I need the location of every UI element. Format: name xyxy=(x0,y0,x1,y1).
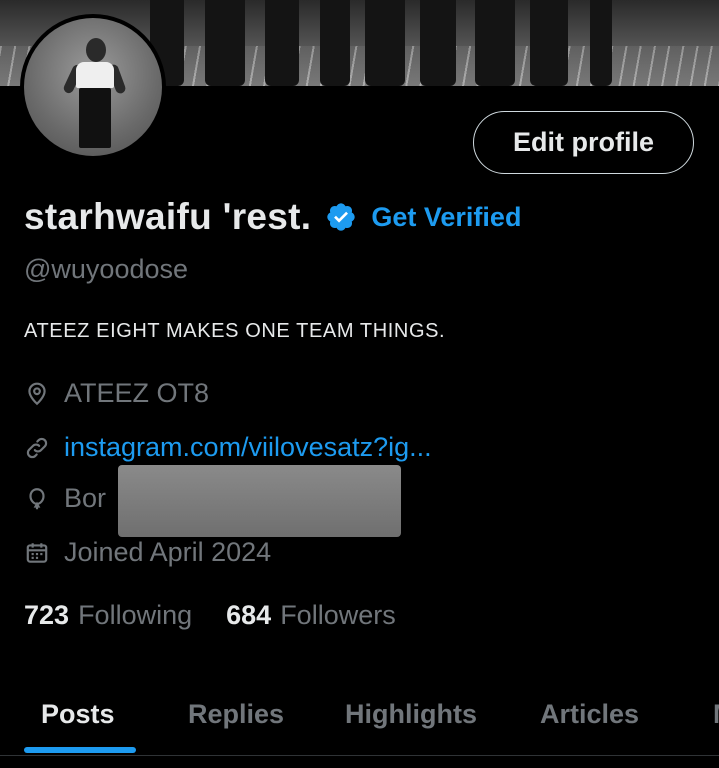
banner-figure xyxy=(205,0,245,86)
edit-profile-button[interactable]: Edit profile xyxy=(473,111,694,174)
calendar-icon xyxy=(26,542,48,563)
avatar[interactable] xyxy=(20,14,166,160)
banner-figure xyxy=(265,0,299,86)
birthday-row: Bor xyxy=(24,483,106,514)
location-pin-icon xyxy=(28,382,46,405)
active-tab-indicator xyxy=(24,747,136,753)
following-count: 723 xyxy=(24,600,70,630)
tabs-divider xyxy=(0,755,719,756)
profile-tabs: Posts Replies Highlights Articles M xyxy=(0,672,719,756)
following-link[interactable]: 723 Following xyxy=(24,600,192,631)
banner-figure xyxy=(365,0,405,86)
follow-stats: 723 Following 684 Followers xyxy=(24,600,430,631)
tab-articles[interactable]: Articles xyxy=(540,672,639,756)
banner-figure xyxy=(475,0,515,86)
redaction-overlay xyxy=(118,465,401,537)
handle: @wuyoodose xyxy=(24,254,189,284)
banner-figure xyxy=(420,0,456,86)
location-text: ATEEZ OT8 xyxy=(64,378,210,408)
avatar-photo xyxy=(24,18,162,156)
display-name: starhwaifu 'rest. xyxy=(24,196,312,237)
name-row: starhwaifu 'rest. Get Verified xyxy=(24,196,521,238)
tab-highlights[interactable]: Highlights xyxy=(345,672,477,756)
banner-figure xyxy=(320,0,350,86)
banner-figure xyxy=(530,0,568,86)
location-row: ATEEZ OT8 xyxy=(24,378,209,409)
tab-replies[interactable]: Replies xyxy=(188,672,284,756)
bio: ATEEZ EIGHT MAKES ONE TEAM THINGS. xyxy=(24,320,446,342)
website-row: instagram.com/viilovesatz?ig... xyxy=(24,432,432,463)
followers-label: Followers xyxy=(280,600,396,630)
verified-badge-icon[interactable] xyxy=(325,201,357,233)
website-link[interactable]: instagram.com/viilovesatz?ig... xyxy=(64,432,432,463)
following-label: Following xyxy=(78,600,193,630)
balloon-icon xyxy=(29,487,45,509)
joined-text: Joined April 2024 xyxy=(64,537,272,567)
joined-row: Joined April 2024 xyxy=(24,537,271,568)
banner-figure xyxy=(590,0,612,86)
link-icon xyxy=(26,437,48,458)
followers-link[interactable]: 684 Followers xyxy=(226,600,396,631)
followers-count: 684 xyxy=(226,600,272,630)
tab-media[interactable]: M xyxy=(713,672,719,756)
get-verified-link[interactable]: Get Verified xyxy=(371,202,521,233)
tab-posts[interactable]: Posts xyxy=(41,672,115,756)
birthday-text: Bor xyxy=(64,483,107,513)
